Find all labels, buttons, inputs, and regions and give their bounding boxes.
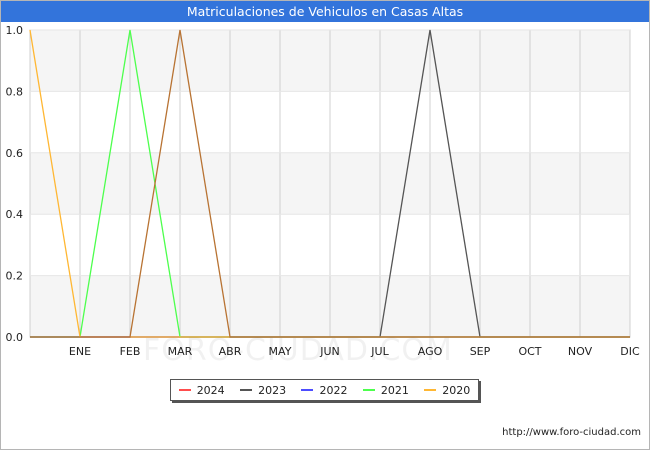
legend-item-2024: 2024: [178, 383, 225, 397]
legend-label: 2021: [380, 383, 409, 397]
y-tick-label: 0.0: [6, 331, 24, 344]
legend-item-2020: 2020: [424, 384, 470, 397]
legend-swatch: [362, 389, 375, 391]
legend-swatch: [240, 389, 253, 391]
legend-label: 2022: [319, 383, 348, 397]
x-tick-label: SEP: [470, 345, 491, 358]
legend-swatch: [178, 389, 191, 391]
legend-label: 2023: [258, 383, 287, 397]
source-url[interactable]: http://www.foro-ciudad.com: [502, 427, 641, 438]
y-tick-label: 0.8: [6, 85, 24, 98]
x-tick-label: OCT: [518, 345, 541, 358]
legend-item-2023: 2023: [240, 384, 286, 397]
y-tick-label: 0.4: [6, 208, 24, 221]
legend-item-2021: 2021: [362, 383, 409, 397]
legend-item-2022: 2022: [301, 384, 347, 397]
x-tick-label: ENE: [69, 345, 91, 358]
x-tick-label: DIC: [620, 345, 640, 358]
watermark: FORO-CIUDAD.COM: [143, 333, 453, 368]
legend-label: 2020: [442, 383, 471, 397]
x-tick-label: NOV: [568, 345, 593, 358]
legend-swatch: [424, 389, 437, 391]
chart-legend: 2024 2023 2022 2021 2020: [170, 379, 479, 401]
y-tick-label: 0.6: [6, 147, 24, 160]
legend-swatch: [301, 389, 314, 391]
y-tick-label: 0.2: [6, 270, 24, 283]
x-tick-label: FEB: [120, 345, 141, 358]
y-tick-label: 1.0: [6, 24, 24, 37]
legend-label: 2024: [196, 383, 225, 397]
